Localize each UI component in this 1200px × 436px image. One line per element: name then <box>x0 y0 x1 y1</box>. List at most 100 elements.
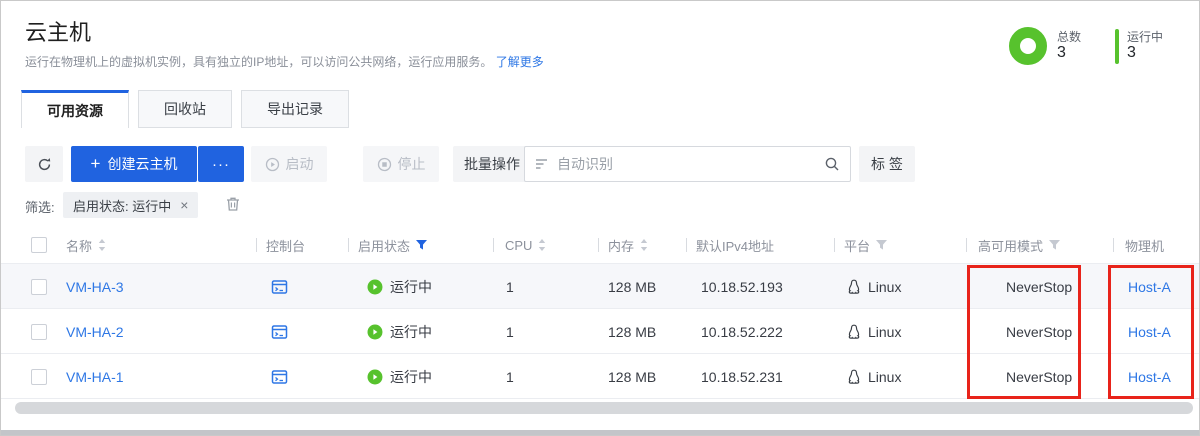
cpu-value: 1 <box>506 354 514 399</box>
column-header-cpu[interactable]: CPU <box>505 227 546 263</box>
refresh-icon <box>37 157 52 172</box>
play-circle-icon <box>265 157 280 172</box>
column-divider <box>598 238 599 252</box>
filter-funnel-icon-active[interactable] <box>416 240 427 250</box>
ipv4-value: 10.18.52.193 <box>701 264 783 309</box>
filter-chip-status-running: 启用状态: 运行中 × <box>63 192 198 218</box>
column-header-host: 物理机 <box>1125 227 1164 263</box>
vm-name-link[interactable]: VM-HA-3 <box>66 279 124 295</box>
host-link[interactable]: Host-A <box>1128 279 1171 295</box>
tag-label: 标 签 <box>871 154 903 174</box>
ha-mode-value: NeverStop <box>1006 264 1072 309</box>
row-checkbox[interactable] <box>31 309 47 354</box>
sort-icon[interactable] <box>640 239 648 251</box>
column-header-memory[interactable]: 内存 <box>608 227 648 263</box>
select-all-checkbox[interactable] <box>31 227 47 263</box>
tab-bar: 可用资源 回收站 导出记录 <box>21 90 349 128</box>
console-button[interactable] <box>271 354 288 399</box>
ellipsis-icon: ··· <box>212 156 230 173</box>
page-subtitle-text: 运行在物理机上的虚拟机实例，具有独立的IP地址，可以访问公共网络，运行应用服务。 <box>25 55 492 69</box>
column-header-status[interactable]: 启用状态 <box>358 227 427 263</box>
running-value: 3 <box>1127 44 1136 62</box>
console-button[interactable] <box>271 309 288 354</box>
filter-funnel-icon[interactable] <box>1049 240 1060 250</box>
console-icon <box>271 369 288 385</box>
create-vm-button[interactable]: + 创建云主机 <box>71 146 197 182</box>
column-header-name[interactable]: 名称 <box>66 227 106 263</box>
running-status-icon <box>367 369 383 385</box>
column-header-platform[interactable]: 平台 <box>844 227 887 263</box>
batch-label: 批量操作 <box>464 154 520 174</box>
row-checkbox[interactable] <box>31 354 47 399</box>
filter-label: 筛选: <box>25 197 55 216</box>
status-badge: 运行中 <box>367 309 432 354</box>
host-link[interactable]: Host-A <box>1128 369 1171 385</box>
window-bottom-edge <box>1 430 1199 435</box>
platform-cell: Linux <box>847 354 901 399</box>
search-box <box>524 146 851 182</box>
memory-value: 128 MB <box>608 264 656 309</box>
stop-button[interactable]: 停止 <box>363 146 439 182</box>
create-vm-label: 创建云主机 <box>107 154 177 174</box>
sort-icon[interactable] <box>98 239 106 251</box>
console-button[interactable] <box>271 264 288 309</box>
platform-value: Linux <box>868 324 901 340</box>
tab-available-resources[interactable]: 可用资源 <box>21 90 129 128</box>
vm-name-link[interactable]: VM-HA-1 <box>66 369 124 385</box>
total-value: 3 <box>1057 44 1066 62</box>
column-header-ha-mode[interactable]: 高可用模式 <box>978 227 1060 263</box>
running-status-icon <box>367 324 383 340</box>
horizontal-scrollbar[interactable] <box>15 402 1193 414</box>
column-header-ipv4: 默认IPv4地址 <box>696 227 774 263</box>
column-divider <box>686 238 687 252</box>
platform-value: Linux <box>868 369 901 385</box>
linux-penguin-icon <box>847 369 861 385</box>
ha-mode-value: NeverStop <box>1006 309 1072 354</box>
tab-export-records[interactable]: 导出记录 <box>241 90 349 128</box>
clear-filters-button[interactable] <box>225 196 241 212</box>
table-bottom-border <box>1 398 1199 399</box>
running-bar-icon <box>1115 29 1119 64</box>
cloud-host-page: 云主机 运行在物理机上的虚拟机实例，具有独立的IP地址，可以访问公共网络，运行应… <box>0 0 1200 436</box>
sort-icon[interactable] <box>538 239 546 251</box>
table-row: VM-HA-1 运行中 1 128 MB 10.18.52.231 Linux … <box>1 353 1199 398</box>
filter-chip-text: 启用状态: 运行中 <box>73 196 171 215</box>
row-checkbox[interactable] <box>31 264 47 309</box>
running-label: 运行中 <box>1127 28 1163 45</box>
trash-icon <box>225 196 241 212</box>
platform-value: Linux <box>868 279 901 295</box>
memory-value: 128 MB <box>608 309 656 354</box>
console-icon <box>271 279 288 295</box>
filter-lines-icon <box>535 158 549 170</box>
column-divider <box>493 238 494 252</box>
vm-name-link[interactable]: VM-HA-2 <box>66 324 124 340</box>
refresh-button[interactable] <box>25 146 63 182</box>
stop-circle-icon <box>377 157 392 172</box>
column-divider <box>256 238 257 252</box>
search-input[interactable] <box>557 156 816 172</box>
chip-close-icon[interactable]: × <box>180 197 188 213</box>
linux-penguin-icon <box>847 324 861 340</box>
start-label: 启动 <box>286 154 314 174</box>
search-icon[interactable] <box>824 156 840 172</box>
tag-button[interactable]: 标 签 <box>859 146 915 182</box>
plus-icon: + <box>91 154 101 174</box>
host-link[interactable]: Host-A <box>1128 324 1171 340</box>
ipv4-value: 10.18.52.231 <box>701 354 783 399</box>
column-divider <box>966 238 967 252</box>
linux-penguin-icon <box>847 279 861 295</box>
filter-funnel-icon[interactable] <box>876 240 887 250</box>
column-divider <box>834 238 835 252</box>
page-subtitle: 运行在物理机上的虚拟机实例，具有独立的IP地址，可以访问公共网络，运行应用服务。… <box>25 53 544 70</box>
console-icon <box>271 324 288 340</box>
table-row: VM-HA-3 运行中 1 128 MB 10.18.52.193 Linux … <box>1 263 1199 308</box>
cpu-value: 1 <box>506 264 514 309</box>
learn-more-link[interactable]: 了解更多 <box>496 55 544 69</box>
table-header: 名称 控制台 启用状态 CPU 内存 <box>1 227 1199 263</box>
table-row: VM-HA-2 运行中 1 128 MB 10.18.52.222 Linux … <box>1 308 1199 353</box>
total-label: 总数 <box>1057 28 1081 45</box>
platform-cell: Linux <box>847 309 901 354</box>
tab-recycle-bin[interactable]: 回收站 <box>138 90 232 128</box>
more-actions-button[interactable]: ··· <box>198 146 244 182</box>
start-button[interactable]: 启动 <box>251 146 327 182</box>
